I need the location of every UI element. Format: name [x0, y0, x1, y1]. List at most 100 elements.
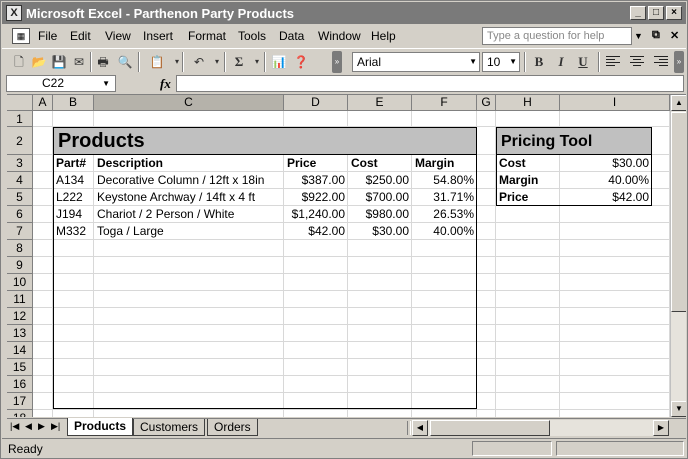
- excel-icon[interactable]: X: [6, 5, 22, 21]
- new-icon[interactable]: 🗋: [10, 53, 28, 71]
- permission-icon[interactable]: ✉: [70, 53, 88, 71]
- scroll-right-icon[interactable]: ▶: [653, 420, 669, 436]
- row-header-2[interactable]: 2: [7, 127, 33, 155]
- worksheet-grid[interactable]: A B C D E F G H I 1 2 3 4 5 6 7 8 9 10 1…: [7, 94, 686, 417]
- header-margin[interactable]: Margin: [412, 155, 477, 172]
- scroll-up-icon[interactable]: ▲: [671, 95, 686, 111]
- chart-wizard-icon[interactable]: 📊: [270, 53, 288, 71]
- undo-icon[interactable]: ↶: [190, 53, 208, 71]
- open-icon[interactable]: 📂: [30, 53, 48, 71]
- ask-dropdown-icon[interactable]: ▼: [634, 31, 643, 41]
- pricing-cost-label[interactable]: Cost: [496, 155, 560, 172]
- row-header-7[interactable]: 7: [7, 223, 33, 240]
- column-header-h[interactable]: H: [496, 95, 560, 111]
- row-header-16[interactable]: 16: [7, 376, 33, 393]
- menu-window[interactable]: Window: [318, 29, 361, 43]
- next-sheet-icon[interactable]: ▶: [38, 421, 45, 432]
- print-icon[interactable]: 🖶: [94, 53, 112, 71]
- product-cost-cell[interactable]: $250.00: [348, 172, 412, 189]
- header-price[interactable]: Price: [284, 155, 348, 172]
- tab-customers[interactable]: Customers: [133, 419, 206, 436]
- vertical-scroll-thumb[interactable]: [671, 112, 686, 312]
- menu-format[interactable]: Format: [188, 29, 226, 43]
- column-header-d[interactable]: D: [284, 95, 348, 111]
- row-header-12[interactable]: 12: [7, 308, 33, 325]
- tab-split-handle[interactable]: [407, 421, 411, 435]
- font-name-select[interactable]: Arial ▼: [352, 52, 480, 72]
- column-header-e[interactable]: E: [348, 95, 412, 111]
- column-header-a[interactable]: A: [33, 95, 53, 111]
- column-header-g[interactable]: G: [477, 95, 496, 111]
- pricing-tool-title[interactable]: Pricing Tool: [496, 127, 652, 155]
- horizontal-scrollbar[interactable]: ◀ ▶: [412, 420, 669, 436]
- font-size-select[interactable]: 10 ▼: [482, 52, 520, 72]
- product-part-cell[interactable]: J194: [53, 206, 94, 223]
- products-title[interactable]: Products: [53, 127, 477, 155]
- italic-button[interactable]: I: [552, 53, 570, 71]
- row-header-9[interactable]: 9: [7, 257, 33, 274]
- close-button[interactable]: ×: [666, 6, 682, 20]
- align-center-icon[interactable]: [630, 56, 644, 67]
- column-header-i[interactable]: I: [560, 95, 670, 111]
- menu-file[interactable]: File: [38, 29, 57, 43]
- scroll-left-icon[interactable]: ◀: [412, 420, 428, 436]
- workbook-restore-icon[interactable]: ⧉: [652, 29, 660, 42]
- product-cost-cell[interactable]: $980.00: [348, 206, 412, 223]
- product-description-cell[interactable]: Toga / Large: [94, 223, 284, 240]
- workbook-close-icon[interactable]: ✕: [670, 29, 679, 42]
- name-box[interactable]: C22 ▼: [6, 75, 116, 92]
- help-icon[interactable]: ❓: [292, 53, 310, 71]
- horizontal-scroll-thumb[interactable]: [430, 420, 550, 436]
- toolbar-options-icon[interactable]: »: [674, 51, 684, 73]
- row-header-15[interactable]: 15: [7, 359, 33, 376]
- vertical-scrollbar[interactable]: ▲ ▼: [670, 95, 686, 417]
- ask-question-input[interactable]: Type a question for help: [482, 27, 632, 45]
- product-price-cell[interactable]: $922.00: [284, 189, 348, 206]
- workbook-icon[interactable]: ▦: [12, 28, 30, 44]
- row-header-10[interactable]: 10: [7, 274, 33, 291]
- underline-button[interactable]: U: [574, 53, 592, 71]
- column-header-c[interactable]: C: [94, 95, 284, 111]
- menu-insert[interactable]: Insert: [143, 29, 173, 43]
- insert-function-icon[interactable]: fx: [160, 76, 171, 92]
- save-icon[interactable]: 💾: [50, 53, 68, 71]
- product-margin-cell[interactable]: 40.00%: [412, 223, 477, 240]
- product-price-cell[interactable]: $387.00: [284, 172, 348, 189]
- product-part-cell[interactable]: L222: [53, 189, 94, 206]
- row-header-3[interactable]: 3: [7, 155, 33, 172]
- minimize-button[interactable]: _: [630, 6, 646, 20]
- product-price-cell[interactable]: $1,240.00: [284, 206, 348, 223]
- row-header-14[interactable]: 14: [7, 342, 33, 359]
- align-left-icon[interactable]: [606, 56, 620, 67]
- menu-tools[interactable]: Tools: [238, 29, 266, 43]
- product-part-cell[interactable]: M332: [53, 223, 94, 240]
- product-description-cell[interactable]: Keystone Archway / 14ft x 4 ft: [94, 189, 284, 206]
- scroll-down-icon[interactable]: ▼: [671, 401, 686, 417]
- row-header-5[interactable]: 5: [7, 189, 33, 206]
- menu-data[interactable]: Data: [279, 29, 304, 43]
- product-cost-cell[interactable]: $30.00: [348, 223, 412, 240]
- product-margin-cell[interactable]: 26.53%: [412, 206, 477, 223]
- tab-orders[interactable]: Orders: [207, 419, 258, 436]
- toolbar-options-icon[interactable]: »: [332, 51, 342, 73]
- row-header-1[interactable]: 1: [7, 111, 33, 127]
- product-description-cell[interactable]: Chariot / 2 Person / White: [94, 206, 284, 223]
- paste-icon[interactable]: 📋: [148, 53, 166, 71]
- last-sheet-icon[interactable]: ▶|: [51, 421, 60, 432]
- autosum-icon[interactable]: Σ: [230, 53, 248, 71]
- select-all-button[interactable]: [7, 95, 33, 111]
- row-header-4[interactable]: 4: [7, 172, 33, 189]
- row-header-17[interactable]: 17: [7, 393, 33, 410]
- pricing-cost-value[interactable]: $30.00: [560, 155, 652, 172]
- row-header-13[interactable]: 13: [7, 325, 33, 342]
- row-header-6[interactable]: 6: [7, 206, 33, 223]
- header-description[interactable]: Description: [94, 155, 284, 172]
- product-cost-cell[interactable]: $700.00: [348, 189, 412, 206]
- product-margin-cell[interactable]: 31.71%: [412, 189, 477, 206]
- row-header-8[interactable]: 8: [7, 240, 33, 257]
- product-margin-cell[interactable]: 54.80%: [412, 172, 477, 189]
- formula-input[interactable]: [176, 75, 684, 92]
- prev-sheet-icon[interactable]: ◀: [25, 421, 32, 432]
- header-part[interactable]: Part#: [53, 155, 94, 172]
- align-right-icon[interactable]: [654, 56, 668, 67]
